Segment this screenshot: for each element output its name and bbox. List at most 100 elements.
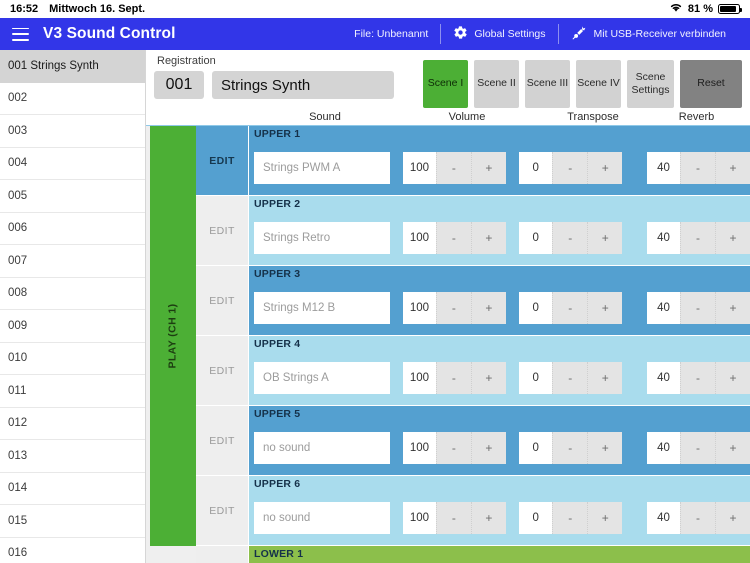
sound-select[interactable]: no sound bbox=[254, 501, 390, 534]
sound-select[interactable]: OB Strings A bbox=[254, 361, 390, 394]
registration-list[interactable]: 001 Strings Synth 002 003 004 005 006 007 008 00… bbox=[0, 50, 146, 563]
sound-select[interactable]: no sound bbox=[254, 431, 390, 464]
registration-list-item[interactable]: 014 bbox=[0, 472, 145, 505]
edit-button[interactable]: EDIT bbox=[196, 266, 249, 335]
transpose-value[interactable]: 0 bbox=[519, 221, 553, 254]
transpose-increment-button[interactable]: + bbox=[587, 291, 623, 324]
transpose-decrement-button[interactable]: - bbox=[552, 221, 588, 254]
registration-list-item[interactable]: 006 bbox=[0, 212, 145, 245]
reverb-decrement-button[interactable]: - bbox=[680, 501, 715, 534]
reset-button[interactable]: Reset bbox=[680, 60, 742, 108]
registration-list-item[interactable]: 003 bbox=[0, 115, 145, 148]
edit-button[interactable] bbox=[196, 546, 249, 563]
registration-number-input[interactable]: 001 bbox=[154, 71, 204, 99]
reverb-increment-button[interactable]: + bbox=[715, 431, 750, 464]
reverb-value[interactable]: 40 bbox=[647, 291, 680, 324]
sound-select[interactable]: Strings M12 B bbox=[254, 291, 390, 324]
volume-increment-button[interactable]: + bbox=[470, 221, 506, 254]
volume-value[interactable]: 100 bbox=[402, 361, 436, 394]
sound-select[interactable]: Strings PWM A bbox=[254, 151, 390, 184]
volume-value[interactable]: 100 bbox=[402, 501, 436, 534]
reverb-increment-button[interactable]: + bbox=[715, 151, 750, 184]
transpose-value[interactable]: 0 bbox=[519, 361, 553, 394]
volume-increment-button[interactable]: + bbox=[470, 431, 506, 464]
connect-usb-receiver-button[interactable]: Mit USB-Receiver verbinden bbox=[559, 24, 738, 44]
volume-increment-button[interactable]: + bbox=[470, 361, 506, 394]
volume-value[interactable]: 100 bbox=[402, 431, 436, 464]
reverb-decrement-button[interactable]: - bbox=[680, 151, 715, 184]
volume-decrement-button[interactable]: - bbox=[435, 291, 471, 324]
registration-list-item[interactable]: 013 bbox=[0, 440, 145, 473]
transpose-increment-button[interactable]: + bbox=[587, 501, 623, 534]
scene-button-2[interactable]: Scene II bbox=[474, 60, 519, 108]
reverb-value[interactable]: 40 bbox=[647, 501, 680, 534]
registration-list-item[interactable]: 001 Strings Synth bbox=[0, 50, 145, 83]
transpose-value[interactable]: 0 bbox=[519, 431, 553, 464]
reverb-increment-button[interactable]: + bbox=[715, 501, 750, 534]
registration-list-item[interactable]: 012 bbox=[0, 407, 145, 440]
transpose-value[interactable]: 0 bbox=[519, 291, 553, 324]
registration-list-item[interactable]: 010 bbox=[0, 342, 145, 375]
transpose-decrement-button[interactable]: - bbox=[552, 151, 588, 184]
reverb-decrement-button[interactable]: - bbox=[680, 361, 715, 394]
transpose-increment-button[interactable]: + bbox=[587, 431, 623, 464]
volume-value[interactable]: 100 bbox=[402, 151, 436, 184]
connect-usb-label: Mit USB-Receiver verbinden bbox=[593, 28, 726, 40]
registration-list-item[interactable]: 008 bbox=[0, 277, 145, 310]
volume-value[interactable]: 100 bbox=[402, 221, 436, 254]
reverb-value[interactable]: 40 bbox=[647, 151, 680, 184]
volume-value[interactable]: 100 bbox=[402, 291, 436, 324]
edit-button[interactable]: EDIT bbox=[196, 406, 249, 475]
reverb-increment-button[interactable]: + bbox=[715, 291, 750, 324]
reverb-value[interactable]: 40 bbox=[647, 431, 680, 464]
volume-decrement-button[interactable]: - bbox=[435, 221, 471, 254]
reverb-increment-button[interactable]: + bbox=[715, 361, 750, 394]
registration-list-item[interactable]: 004 bbox=[0, 147, 145, 180]
transpose-increment-button[interactable]: + bbox=[587, 221, 623, 254]
transpose-increment-button[interactable]: + bbox=[587, 361, 623, 394]
transpose-decrement-button[interactable]: - bbox=[552, 431, 588, 464]
reverb-increment-button[interactable]: + bbox=[715, 221, 750, 254]
play-channel-indicator[interactable]: PLAY (CH 1) bbox=[150, 126, 196, 546]
reverb-decrement-button[interactable]: - bbox=[680, 221, 715, 254]
reverb-decrement-button[interactable]: - bbox=[680, 431, 715, 464]
transpose-decrement-button[interactable]: - bbox=[552, 361, 588, 394]
hamburger-icon[interactable] bbox=[12, 27, 29, 41]
registration-list-item[interactable]: 009 bbox=[0, 310, 145, 343]
registration-name-input[interactable]: Strings Synth bbox=[212, 71, 394, 99]
registration-list-item[interactable]: 002 bbox=[0, 82, 145, 115]
volume-decrement-button[interactable]: - bbox=[435, 501, 471, 534]
edit-button[interactable]: EDIT bbox=[196, 336, 249, 405]
scene-button-1[interactable]: Scene I bbox=[423, 60, 468, 108]
edit-button[interactable]: EDIT bbox=[196, 476, 249, 545]
registration-fields: Registration 001 Strings Synth bbox=[154, 54, 394, 99]
registration-list-item[interactable]: 007 bbox=[0, 245, 145, 278]
reverb-value[interactable]: 40 bbox=[647, 361, 680, 394]
transpose-increment-button[interactable]: + bbox=[587, 151, 623, 184]
transpose-value[interactable]: 0 bbox=[519, 151, 553, 184]
volume-decrement-button[interactable]: - bbox=[435, 431, 471, 464]
registration-list-item[interactable]: 015 bbox=[0, 505, 145, 538]
volume-increment-button[interactable]: + bbox=[470, 291, 506, 324]
transpose-value[interactable]: 0 bbox=[519, 501, 553, 534]
edit-button[interactable]: EDIT bbox=[196, 196, 249, 265]
transpose-decrement-button[interactable]: - bbox=[552, 291, 588, 324]
reverb-value[interactable]: 40 bbox=[647, 221, 680, 254]
scene-button-5[interactable]: Scene Settings bbox=[627, 60, 674, 108]
registration-list-item[interactable]: 005 bbox=[0, 180, 145, 213]
global-settings-button[interactable]: Global Settings bbox=[441, 24, 557, 44]
play-channel-column[interactable]: PLAY (CH 1) bbox=[146, 126, 196, 563]
sound-select[interactable]: Strings Retro bbox=[254, 221, 390, 254]
volume-increment-button[interactable]: + bbox=[470, 151, 506, 184]
edit-button[interactable]: EDIT bbox=[196, 126, 249, 195]
registration-list-item[interactable]: 016 bbox=[0, 537, 145, 563]
volume-decrement-button[interactable]: - bbox=[435, 151, 471, 184]
part-row: EDIT UPPER 3 Strings M12 B 100- +0- +40- + bbox=[196, 266, 750, 336]
registration-list-item[interactable]: 011 bbox=[0, 375, 145, 408]
scene-button-3[interactable]: Scene III bbox=[525, 60, 570, 108]
transpose-decrement-button[interactable]: - bbox=[552, 501, 588, 534]
volume-increment-button[interactable]: + bbox=[470, 501, 506, 534]
scene-button-4[interactable]: Scene IV bbox=[576, 60, 621, 108]
volume-decrement-button[interactable]: - bbox=[435, 361, 471, 394]
reverb-decrement-button[interactable]: - bbox=[680, 291, 715, 324]
